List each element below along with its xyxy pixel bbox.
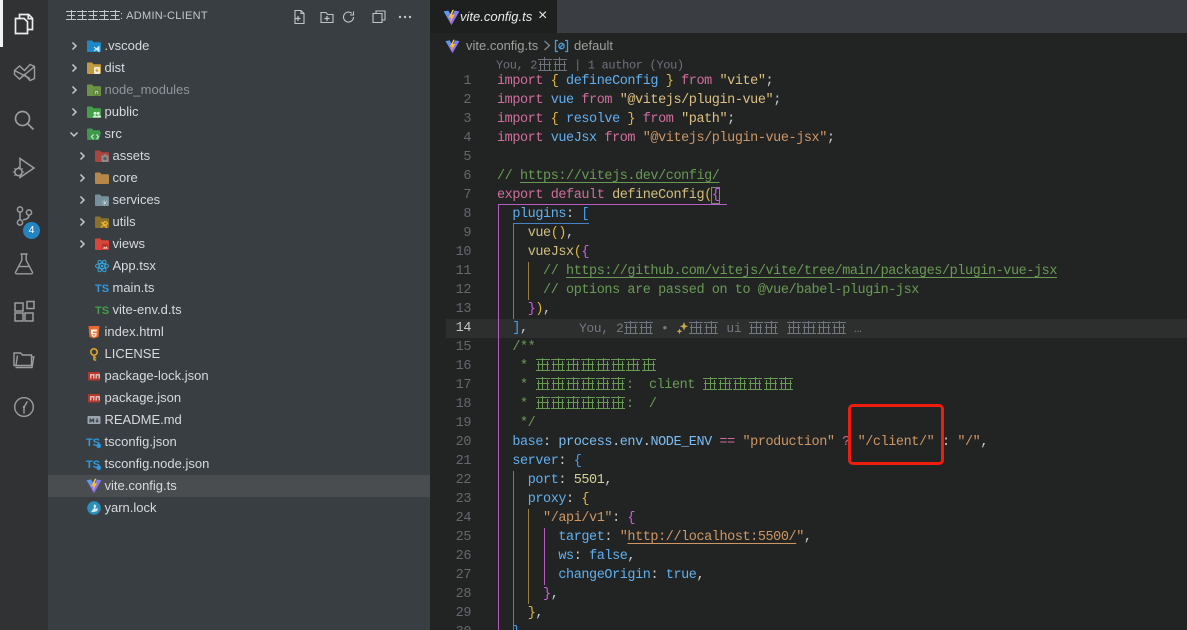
svg-text:TS: TS bbox=[95, 305, 109, 317]
svg-text:TS: TS bbox=[95, 283, 109, 295]
